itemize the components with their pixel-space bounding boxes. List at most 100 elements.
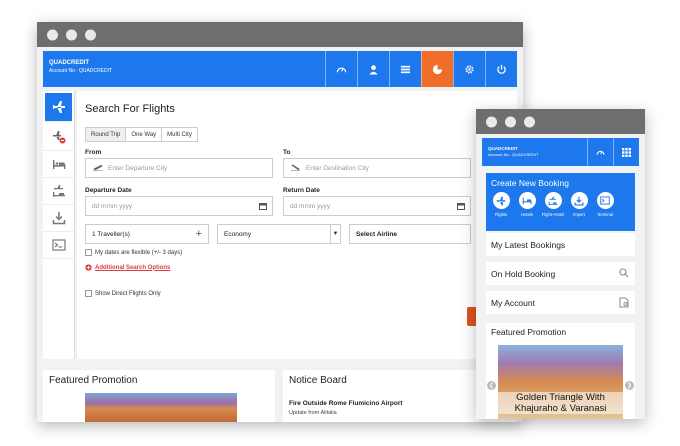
dashboard-button[interactable]	[325, 51, 357, 87]
notice-board-title: Notice Board	[289, 375, 347, 386]
checkbox-box[interactable]	[85, 290, 92, 297]
sidebar-item-terminal[interactable]	[43, 232, 74, 259]
flight-hotel-icon	[52, 185, 65, 197]
brand-name: QUADCREDIT	[488, 146, 518, 151]
return-date-input[interactable]: dd mmm yyyy	[283, 196, 471, 216]
return-date-placeholder: dd mmm yyyy	[290, 202, 331, 210]
shortcut-label: Import	[573, 212, 585, 217]
cabin-class-value: Economy	[224, 230, 252, 238]
booking-type-sidebar	[43, 91, 75, 359]
airline-value: Select Airline	[356, 230, 397, 238]
on-hold-booking-row[interactable]: On Hold Booking	[486, 262, 635, 285]
from-label: From	[85, 149, 102, 156]
row-label: My Account	[491, 297, 535, 308]
direct-flights-label: Show Direct Flights Only	[95, 290, 161, 297]
window-maximize-dot[interactable]	[524, 116, 535, 127]
user-icon	[369, 64, 378, 75]
desktop-window: QUADCREDIT Account No : QUADCREDIT Searc…	[37, 22, 523, 422]
window-close-dot[interactable]	[486, 116, 497, 127]
tab-one-way[interactable]: One Way	[125, 127, 163, 142]
terminal-icon	[600, 196, 610, 205]
booking-type-shortcuts: Flights Hotels Flight+Hotel Import Termi…	[491, 192, 615, 217]
shortcut-label: Terminal	[597, 212, 613, 217]
shortcut-import[interactable]: Import	[569, 192, 589, 217]
window-close-dot[interactable]	[47, 29, 58, 40]
promotion-image[interactable]	[85, 393, 237, 422]
tab-round-trip[interactable]: Round Trip	[85, 127, 127, 142]
promotion-caption[interactable]: Golden Triangle With Khajuraho & Varanas…	[498, 392, 623, 414]
carousel-prev-button[interactable]: ❮	[487, 381, 496, 390]
shortcut-terminal[interactable]: Terminal	[595, 192, 615, 217]
brand-name: QUADCREDIT	[49, 60, 89, 66]
import-icon	[52, 212, 65, 225]
reports-button[interactable]	[421, 51, 453, 87]
brand: QUADCREDIT Account No : QUADCREDIT	[49, 60, 112, 74]
logout-button[interactable]	[485, 51, 517, 87]
direct-flights-checkbox[interactable]: Show Direct Flights Only	[85, 290, 161, 297]
flexible-dates-checkbox[interactable]: My dates are flexible (+/- 3 days)	[85, 249, 182, 256]
from-input[interactable]: Enter Departure City	[85, 158, 273, 178]
shortcut-hotels[interactable]: Hotels	[517, 192, 537, 217]
airline-select[interactable]: Select Airline	[349, 224, 471, 244]
plane-landing-icon	[290, 164, 301, 172]
user-button[interactable]	[357, 51, 389, 87]
dashboard-button[interactable]	[587, 138, 613, 166]
sidebar-item-import[interactable]	[43, 205, 74, 232]
apps-button[interactable]	[613, 138, 639, 166]
settings-button[interactable]	[453, 51, 485, 87]
additional-search-options-link[interactable]: Additional Search Options	[85, 264, 170, 271]
cabin-class-select[interactable]: Economy ▼	[217, 224, 341, 244]
chevron-right-icon: ❯	[626, 383, 633, 389]
menu-button[interactable]	[389, 51, 421, 87]
menu-icon	[400, 65, 411, 73]
departure-date-placeholder: dd mmm yyyy	[92, 202, 133, 210]
featured-promotion-title: Featured Promotion	[491, 327, 567, 337]
search-icon	[619, 268, 629, 278]
to-placeholder: Enter Destination City	[306, 164, 369, 172]
chevron-left-icon: ❮	[488, 383, 495, 389]
mobile-featured-promotion: Featured Promotion Golden Triangle With …	[486, 323, 635, 419]
chevron-down-icon: ▼	[330, 225, 340, 243]
departure-date-input[interactable]: dd mmm yyyy	[85, 196, 273, 216]
brand: QUADCREDIT Account No : QUADCREDIT	[488, 146, 538, 157]
page-title: Search For Flights	[85, 103, 175, 115]
app-header: QUADCREDIT Account No : QUADCREDIT	[43, 51, 517, 87]
notice-source: Update from Alitalia	[289, 410, 337, 416]
window-minimize-dot[interactable]	[66, 29, 77, 40]
sidebar-item-cancel-flight[interactable]	[43, 124, 74, 151]
my-latest-bookings-row[interactable]: My Latest Bookings	[486, 233, 635, 256]
departure-date-label: Departure Date	[85, 187, 132, 194]
window-maximize-dot[interactable]	[85, 29, 96, 40]
mobile-window: QUADCREDIT Account No : QUADCREDIT Creat…	[476, 109, 645, 419]
shortcut-label: Flight+Hotel	[541, 212, 565, 217]
notice-headline[interactable]: Fire Outside Rome Fiumicino Airport	[289, 400, 403, 407]
tab-multi-city[interactable]: Multi City	[161, 127, 198, 142]
sidebar-item-flight-hotel[interactable]	[43, 178, 74, 205]
calendar-icon[interactable]	[259, 202, 267, 210]
travellers-value: 1 Traveller(s)	[92, 230, 130, 238]
additional-search-options-label: Additional Search Options	[95, 264, 171, 271]
to-input[interactable]: Enter Destination City	[283, 158, 471, 178]
carousel-next-button[interactable]: ❯	[625, 381, 634, 390]
featured-promotion-title: Featured Promotion	[49, 375, 138, 386]
sidebar-item-hotels[interactable]	[43, 151, 74, 178]
travellers-select[interactable]: 1 Traveller(s) +	[85, 224, 209, 244]
flight-hotel-icon	[548, 196, 558, 205]
power-icon	[497, 64, 506, 74]
trip-type-tabs: Round Trip One Way Multi City	[85, 127, 198, 142]
sidebar-item-flights[interactable]	[45, 93, 72, 122]
account-number: Account No : QUADCREDIT	[488, 152, 539, 157]
row-label: My Latest Bookings	[491, 239, 566, 250]
header-nav	[325, 51, 517, 87]
flexible-dates-label: My dates are flexible (+/- 3 days)	[95, 249, 183, 256]
from-placeholder: Enter Departure City	[108, 164, 168, 172]
create-booking-title: Create New Booking	[491, 178, 569, 188]
calendar-icon[interactable]	[457, 202, 465, 210]
mobile-app-header: QUADCREDIT Account No : QUADCREDIT	[482, 138, 639, 166]
my-account-row[interactable]: My Account	[486, 291, 635, 314]
window-minimize-dot[interactable]	[505, 116, 516, 127]
checkbox-box[interactable]	[85, 249, 92, 256]
plus-icon[interactable]: +	[196, 228, 202, 240]
shortcut-flights[interactable]: Flights	[491, 192, 511, 217]
shortcut-flight-hotel[interactable]: Flight+Hotel	[541, 192, 565, 217]
